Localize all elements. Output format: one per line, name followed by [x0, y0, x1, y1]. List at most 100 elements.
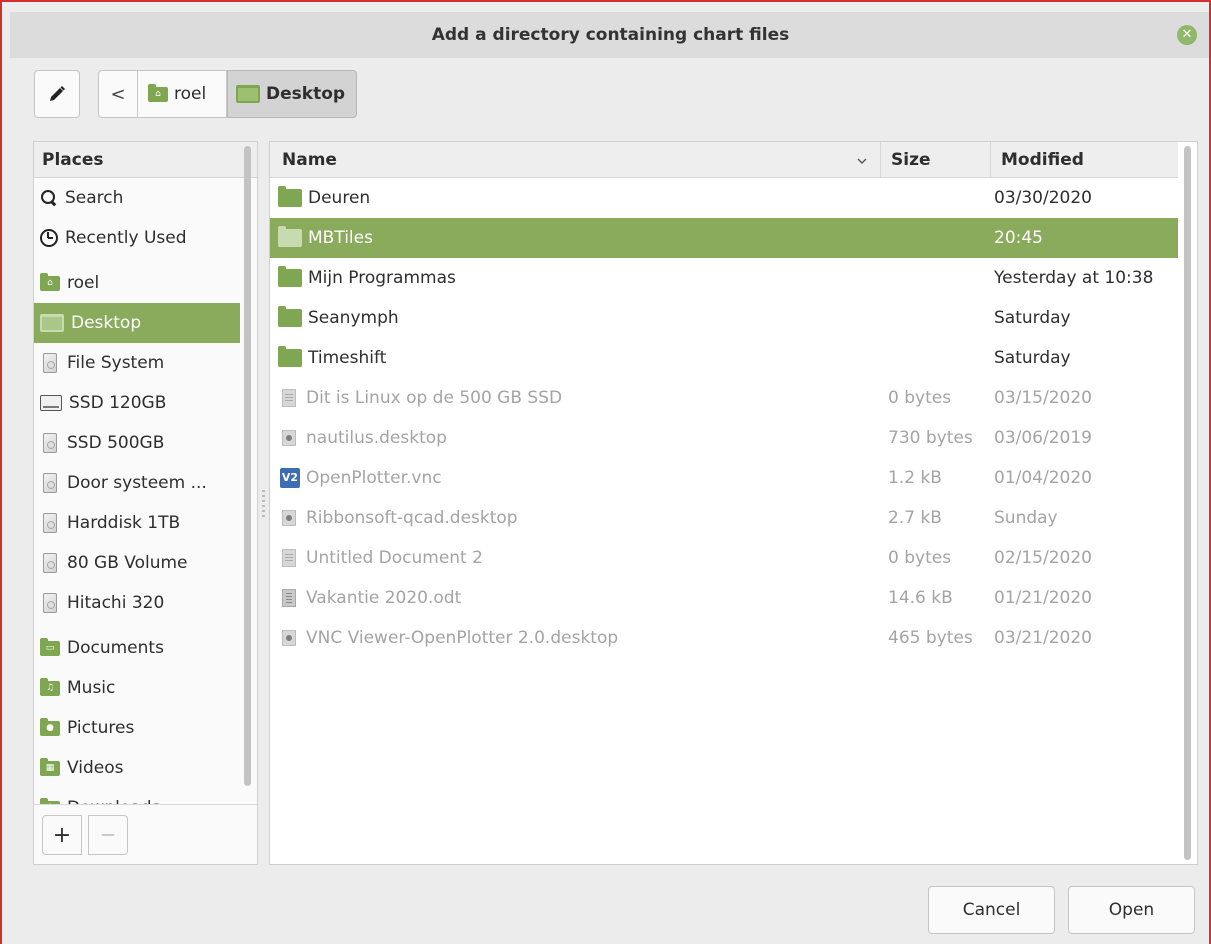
file-size: 0 bytes: [888, 388, 952, 408]
sidebar-item-search[interactable]: Search: [34, 178, 240, 218]
file-name: Dit is Linux op de 500 GB SSD: [306, 388, 563, 408]
crumb-label: roel: [174, 84, 207, 104]
file-modified: Saturday: [994, 348, 1071, 368]
file-name: Untitled Document 2: [306, 548, 483, 568]
file-name: nautilus.desktop: [306, 428, 447, 448]
crumb-roel[interactable]: ⌂ roel: [137, 70, 227, 118]
edit-location-button[interactable]: [34, 70, 80, 118]
chevron-left-icon: <: [110, 83, 126, 105]
column-header-size[interactable]: Size: [880, 142, 990, 178]
desktop-icon: [40, 314, 64, 332]
file-name: Mijn Programmas: [308, 268, 456, 288]
sidebar-item-hitachi-320[interactable]: Hitachi 320: [34, 583, 240, 623]
sidebar-item-documents[interactable]: ▭ Documents: [34, 628, 240, 668]
file-modified: 20:45: [994, 228, 1043, 248]
dialog-window: Add a directory containing chart files ✕…: [0, 0, 1211, 944]
places-header: Places: [34, 142, 257, 178]
close-button[interactable]: ✕: [1177, 25, 1197, 45]
places-footer: + —: [34, 804, 257, 864]
path-back-button[interactable]: <: [98, 70, 138, 118]
file-name: Ribbonsoft-qcad.desktop: [306, 508, 518, 528]
desktop-file-icon: [282, 630, 296, 646]
places-scrollbar[interactable]: [244, 146, 251, 786]
file-row[interactable]: MBTiles 20:45: [270, 218, 1178, 258]
sidebar-item-label: Recently Used: [65, 228, 187, 248]
sidebar-item-videos[interactable]: ▦ Videos: [34, 748, 240, 788]
file-size: 1.2 kB: [888, 468, 942, 488]
open-button[interactable]: Open: [1068, 886, 1195, 934]
remove-bookmark-button[interactable]: —: [88, 815, 128, 855]
vnc-file-icon: V2: [280, 468, 300, 488]
file-modified: 01/04/2020: [994, 468, 1092, 488]
file-row[interactable]: V2 OpenPlotter.vnc 1.2 kB 01/04/2020: [270, 458, 1178, 498]
file-row[interactable]: Timeshift Saturday: [270, 338, 1178, 378]
file-list-scrollbar[interactable]: [1184, 146, 1191, 860]
file-list: Deuren 03/30/2020 MBTiles 20:45 Mijn Pro…: [270, 178, 1178, 658]
cancel-button[interactable]: Cancel: [928, 886, 1055, 934]
sidebar-item-door-systeem[interactable]: Door systeem ...: [34, 463, 240, 503]
file-list-panel: Name Size Modified Deuren 03/30/2020 MBT…: [269, 141, 1198, 865]
sidebar-item-label: Videos: [67, 758, 124, 778]
add-bookmark-button[interactable]: +: [42, 815, 82, 855]
sidebar-item-file-system[interactable]: File System: [34, 343, 240, 383]
videos-folder-icon: ▦: [40, 757, 60, 776]
drive-icon: [43, 473, 57, 493]
ssd-icon: [40, 395, 62, 411]
pencil-icon: [50, 86, 65, 101]
column-header-label: Name: [282, 150, 337, 170]
file-name: Timeshift: [308, 348, 387, 368]
folder-icon: [278, 346, 302, 367]
minus-icon: —: [101, 827, 115, 843]
places-sidebar: Places Search Recently Used ⌂ roel Deskt…: [33, 141, 258, 865]
drive-icon: [43, 513, 57, 533]
drive-icon: [43, 593, 57, 613]
sidebar-item-music[interactable]: ♫ Music: [34, 668, 240, 708]
sidebar-item-label: Documents: [67, 638, 164, 658]
drive-icon: [43, 433, 57, 453]
sidebar-item-80gb-volume[interactable]: 80 GB Volume: [34, 543, 240, 583]
file-name: Vakantie 2020.odt: [306, 588, 462, 608]
documents-folder-icon: ▭: [40, 637, 60, 656]
title-bar: Add a directory containing chart files ✕: [10, 12, 1209, 58]
pictures-folder-icon: ●: [40, 717, 60, 736]
sidebar-item-ssd-500gb[interactable]: SSD 500GB: [34, 423, 240, 463]
file-row[interactable]: nautilus.desktop 730 bytes 03/06/2019: [270, 418, 1178, 458]
close-icon: ✕: [1181, 27, 1193, 42]
column-header-name[interactable]: Name: [282, 142, 874, 178]
folder-icon: [278, 266, 302, 287]
file-row[interactable]: Vakantie 2020.odt 14.6 kB 01/21/2020: [270, 578, 1178, 618]
plus-icon: +: [52, 822, 72, 848]
file-row[interactable]: Mijn Programmas Yesterday at 10:38: [270, 258, 1178, 298]
sidebar-item-desktop[interactable]: Desktop: [34, 303, 240, 343]
file-name: VNC Viewer-OpenPlotter 2.0.desktop: [306, 628, 619, 648]
file-size: 730 bytes: [888, 428, 973, 448]
file-name: Seanymph: [308, 308, 399, 328]
sidebar-item-pictures[interactable]: ● Pictures: [34, 708, 240, 748]
crumb-label: Desktop: [266, 84, 346, 104]
sidebar-item-roel[interactable]: ⌂ roel: [34, 263, 240, 303]
sidebar-item-label: Search: [65, 188, 124, 208]
sidebar-item-label: Harddisk 1TB: [67, 513, 181, 533]
file-modified: 03/21/2020: [994, 628, 1092, 648]
sidebar-item-recently-used[interactable]: Recently Used: [34, 218, 240, 258]
desktop-file-icon: [282, 510, 296, 526]
file-row[interactable]: VNC Viewer-OpenPlotter 2.0.desktop 465 b…: [270, 618, 1178, 658]
file-row[interactable]: Deuren 03/30/2020: [270, 178, 1178, 218]
file-row[interactable]: Dit is Linux op de 500 GB SSD 0 bytes 03…: [270, 378, 1178, 418]
file-modified: 03/15/2020: [994, 388, 1092, 408]
crumb-desktop[interactable]: Desktop: [227, 70, 357, 118]
file-row[interactable]: Seanymph Saturday: [270, 298, 1178, 338]
file-modified: 02/15/2020: [994, 548, 1092, 568]
column-header-modified[interactable]: Modified: [990, 142, 1178, 178]
file-modified: Sunday: [994, 508, 1058, 528]
file-modified: Yesterday at 10:38: [994, 268, 1154, 288]
file-row[interactable]: Untitled Document 2 0 bytes 02/15/2020: [270, 538, 1178, 578]
places-list: Search Recently Used ⌂ roel Desktop File…: [34, 178, 240, 806]
sidebar-item-ssd-120gb[interactable]: SSD 120GB: [34, 383, 240, 423]
sidebar-item-label: Music: [67, 678, 116, 698]
file-row[interactable]: Ribbonsoft-qcad.desktop 2.7 kB Sunday: [270, 498, 1178, 538]
file-modified: 03/30/2020: [994, 188, 1092, 208]
sidebar-item-label: Pictures: [67, 718, 135, 738]
sidebar-item-harddisk-1tb[interactable]: Harddisk 1TB: [34, 503, 240, 543]
pane-resize-handle[interactable]: [262, 490, 265, 520]
